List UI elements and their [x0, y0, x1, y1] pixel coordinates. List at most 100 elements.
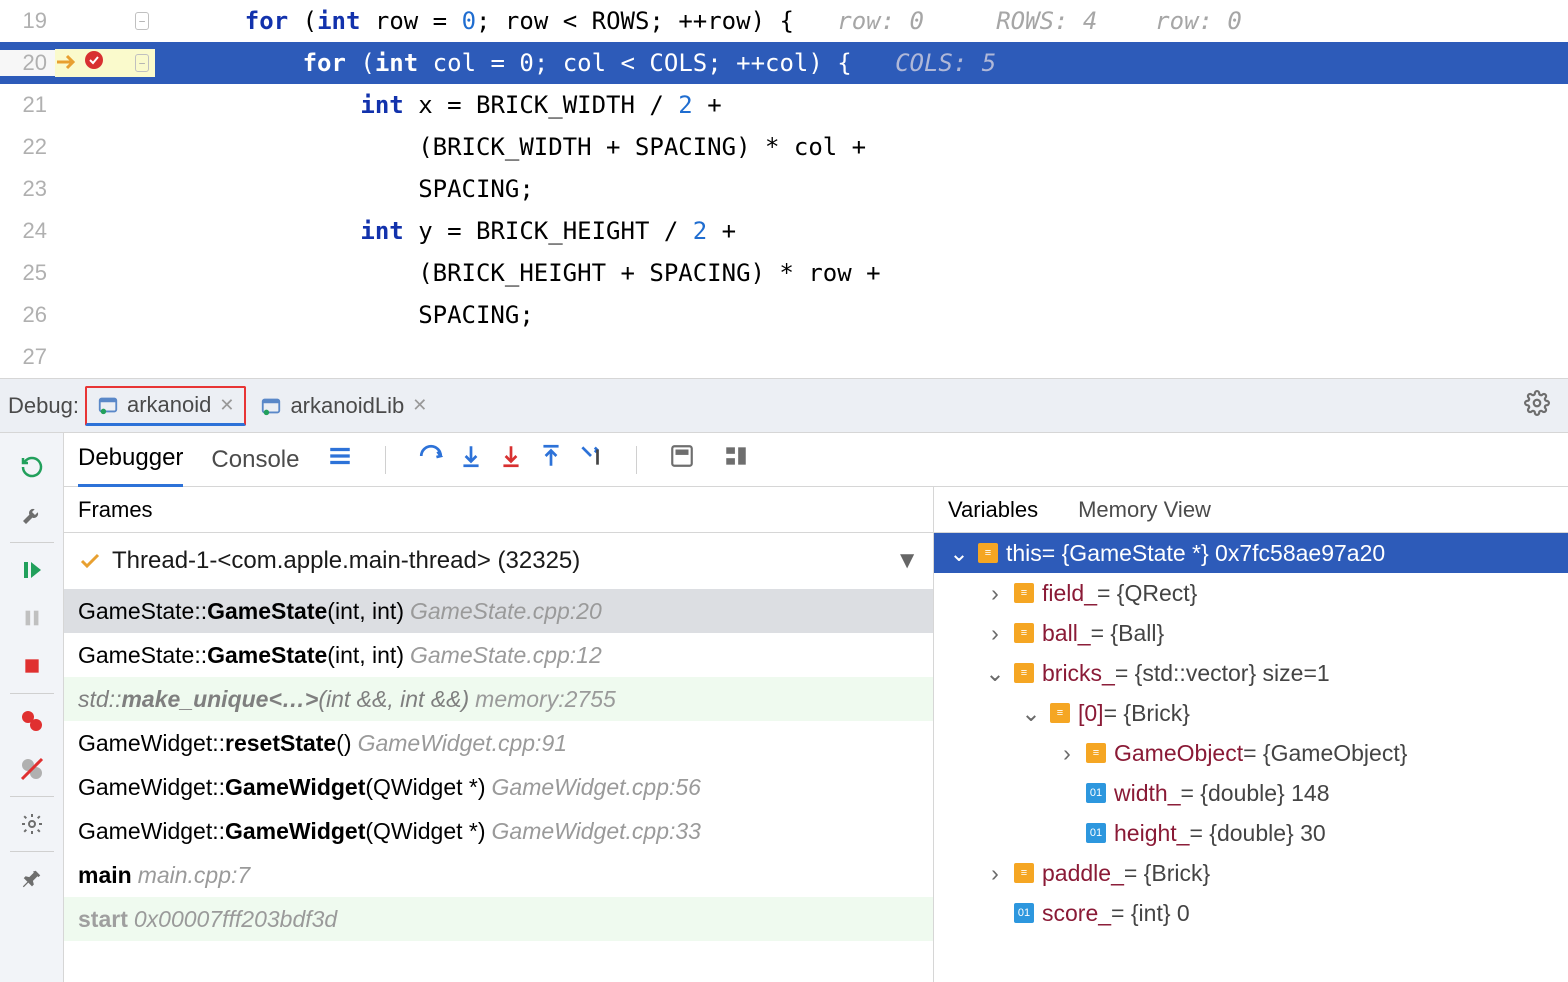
variable-row[interactable]: 01score_ = {int} 0 — [934, 893, 1568, 933]
line-number: 24 — [0, 218, 55, 244]
variable-row[interactable]: ›≡paddle_ = {Brick} — [934, 853, 1568, 893]
force-step-into-icon[interactable] — [498, 443, 524, 476]
stack-frame[interactable]: GameWidget::resetState()GameWidget.cpp:9… — [64, 721, 933, 765]
stack-frame[interactable]: GameWidget::GameWidget(QWidget *)GameWid… — [64, 765, 933, 809]
debug-tab-arkanoidLib[interactable]: arkanoidLib✕ — [250, 386, 437, 426]
stack-frame[interactable]: std::make_unique<…>(int &&, int &&)memor… — [64, 677, 933, 721]
var-type-icon: 01 — [1014, 903, 1034, 923]
tab-debugger[interactable]: Debugger — [78, 433, 183, 487]
code-line-24[interactable]: 24 int y = BRICK_HEIGHT / 2 + — [0, 210, 1568, 252]
stop-icon[interactable] — [12, 642, 52, 690]
thread-list-icon[interactable] — [327, 443, 353, 476]
code-text: int x = BRICK_WIDTH / 2 + — [155, 91, 1568, 119]
expand-icon[interactable]: › — [984, 620, 1006, 647]
var-type-icon: ≡ — [1014, 623, 1034, 643]
execution-pointer-icon — [55, 49, 79, 77]
step-into-icon[interactable] — [458, 443, 484, 476]
debug-panel-header: Debug: arkanoid✕arkanoidLib✕ — [0, 378, 1568, 433]
mute-breakpoints-icon[interactable] — [12, 745, 52, 793]
debug-tab-arkanoid[interactable]: arkanoid✕ — [85, 386, 246, 426]
stack-frame[interactable]: GameState::GameState(int, int)GameState.… — [64, 633, 933, 677]
step-out-icon[interactable] — [538, 443, 564, 476]
variables-title[interactable]: Variables — [948, 497, 1038, 523]
code-line-21[interactable]: 21 int x = BRICK_WIDTH / 2 + — [0, 84, 1568, 126]
frames-title: Frames — [78, 497, 153, 523]
code-text: SPACING; — [155, 175, 1568, 203]
expand-icon[interactable]: › — [1056, 740, 1078, 767]
fold-icon[interactable]: − — [135, 54, 149, 72]
line-number: 21 — [0, 92, 55, 118]
var-type-icon: ≡ — [1014, 863, 1034, 883]
var-type-icon: ≡ — [978, 543, 998, 563]
variables-panel: Variables Memory View ⌄≡this = {GameStat… — [934, 487, 1568, 982]
tab-console[interactable]: Console — [211, 433, 299, 487]
code-line-22[interactable]: 22 (BRICK_WIDTH + SPACING) * col + — [0, 126, 1568, 168]
stack-frame[interactable]: start0x00007fff203bdf3d — [64, 897, 933, 941]
step-over-icon[interactable] — [418, 443, 444, 476]
settings-icon[interactable] — [12, 800, 52, 848]
var-type-icon: 01 — [1086, 783, 1106, 803]
line-number: 27 — [0, 344, 55, 370]
stack-frame[interactable]: GameState::GameState(int, int)GameState.… — [64, 589, 933, 633]
gear-icon[interactable] — [1524, 390, 1550, 422]
variable-row[interactable]: 01height_ = {double} 30 — [934, 813, 1568, 853]
variable-row[interactable]: ⌄≡bricks_ = {std::vector} size=1 — [934, 653, 1568, 693]
fold-icon[interactable]: − — [135, 12, 149, 30]
wrench-icon[interactable] — [12, 491, 52, 539]
memory-view-title[interactable]: Memory View — [1078, 497, 1211, 523]
line-number: 19 — [0, 8, 55, 34]
view-breakpoints-icon[interactable] — [12, 697, 52, 745]
thread-name: Thread-1-<com.apple.main-thread> (32325) — [112, 547, 580, 575]
code-line-26[interactable]: 26 SPACING; — [0, 294, 1568, 336]
expand-icon[interactable]: › — [984, 580, 1006, 607]
code-text: (BRICK_WIDTH + SPACING) * col + — [155, 133, 1568, 161]
breakpoint-icon[interactable] — [83, 49, 105, 77]
var-type-icon: ≡ — [1050, 703, 1070, 723]
variable-row[interactable]: 01width_ = {double} 148 — [934, 773, 1568, 813]
expand-icon[interactable]: ⌄ — [984, 660, 1006, 687]
code-text: SPACING; — [155, 301, 1568, 329]
code-line-20[interactable]: 20 − for (int col = 0; col < COLS; ++col)… — [0, 42, 1568, 84]
code-line-27[interactable]: 27 — [0, 336, 1568, 378]
line-number: 22 — [0, 134, 55, 160]
debug-label: Debug: — [8, 393, 79, 419]
resume-icon[interactable] — [12, 546, 52, 594]
close-icon[interactable]: ✕ — [412, 395, 427, 416]
frames-panel: Frames Thread-1-<com.apple.main-thread> … — [64, 487, 934, 982]
close-icon[interactable]: ✕ — [219, 395, 234, 416]
variable-row[interactable]: ⌄≡this = {GameState *} 0x7fc58ae97a20 — [934, 533, 1568, 573]
var-type-icon: ≡ — [1014, 583, 1034, 603]
variable-row[interactable]: ›≡field_ = {QRect} — [934, 573, 1568, 613]
debug-toolbar-vertical — [0, 433, 64, 982]
chevron-down-icon: ▼ — [895, 547, 919, 575]
variable-row[interactable]: ›≡GameObject = {GameObject} — [934, 733, 1568, 773]
code-line-25[interactable]: 25 (BRICK_HEIGHT + SPACING) * row + — [0, 252, 1568, 294]
pause-icon[interactable] — [12, 594, 52, 642]
stack-frame[interactable]: mainmain.cpp:7 — [64, 853, 933, 897]
code-text: for (int col = 0; col < COLS; ++col) { C… — [155, 49, 1568, 77]
line-number: 20 — [0, 50, 55, 76]
run-to-cursor-icon[interactable] — [578, 443, 604, 476]
code-text: for (int row = 0; row < ROWS; ++row) { r… — [155, 7, 1568, 35]
var-type-icon: ≡ — [1014, 663, 1034, 683]
gutter-marks[interactable]: − — [55, 49, 155, 77]
rerun-icon[interactable] — [12, 443, 52, 491]
code-line-23[interactable]: 23 SPACING; — [0, 168, 1568, 210]
code-text: int y = BRICK_HEIGHT / 2 + — [155, 217, 1568, 245]
var-type-icon: 01 — [1086, 823, 1106, 843]
code-line-19[interactable]: 19 − for (int row = 0; row < ROWS; ++row)… — [0, 0, 1568, 42]
variable-row[interactable]: ⌄≡[0] = {Brick} — [934, 693, 1568, 733]
expand-icon[interactable]: ⌄ — [1020, 700, 1042, 727]
expand-icon[interactable]: ⌄ — [948, 540, 970, 567]
pin-icon[interactable] — [12, 855, 52, 903]
line-number: 23 — [0, 176, 55, 202]
variable-row[interactable]: ›≡ball_ = {Ball} — [934, 613, 1568, 653]
layout-icon[interactable] — [723, 443, 749, 476]
thread-selector[interactable]: Thread-1-<com.apple.main-thread> (32325)… — [64, 533, 933, 589]
var-type-icon: ≡ — [1086, 743, 1106, 763]
line-number: 25 — [0, 260, 55, 286]
code-editor[interactable]: 19 − for (int row = 0; row < ROWS; ++row)… — [0, 0, 1568, 378]
stack-frame[interactable]: GameWidget::GameWidget(QWidget *)GameWid… — [64, 809, 933, 853]
expand-icon[interactable]: › — [984, 860, 1006, 887]
evaluate-icon[interactable] — [669, 443, 695, 476]
